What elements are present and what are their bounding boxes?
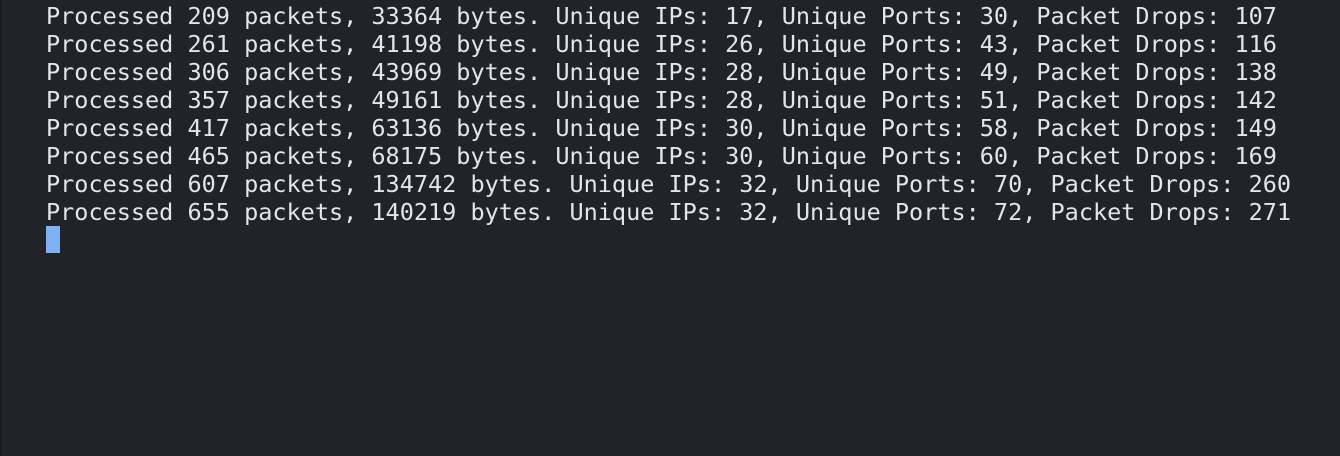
prompt-line[interactable] (46, 226, 1291, 254)
terminal-line: Processed 465 packets, 68175 bytes. Uniq… (46, 142, 1277, 170)
terminal-window[interactable]: Processed 209 packets, 33364 bytes. Uniq… (0, 0, 1340, 456)
text-cursor (46, 226, 60, 253)
terminal-line: Processed 306 packets, 43969 bytes. Uniq… (46, 58, 1277, 86)
terminal-line: Processed 357 packets, 49161 bytes. Uniq… (46, 86, 1277, 114)
terminal-line: Processed 655 packets, 140219 bytes. Uni… (46, 198, 1292, 226)
terminal-line: Processed 417 packets, 63136 bytes. Uniq… (46, 114, 1277, 142)
terminal-line: Processed 261 packets, 41198 bytes. Uniq… (46, 30, 1277, 58)
terminal-line: Processed 607 packets, 134742 bytes. Uni… (46, 170, 1292, 198)
terminal-output: Processed 209 packets, 33364 bytes. Uniq… (46, 2, 1291, 254)
terminal-line: Processed 209 packets, 33364 bytes. Uniq… (46, 2, 1277, 30)
